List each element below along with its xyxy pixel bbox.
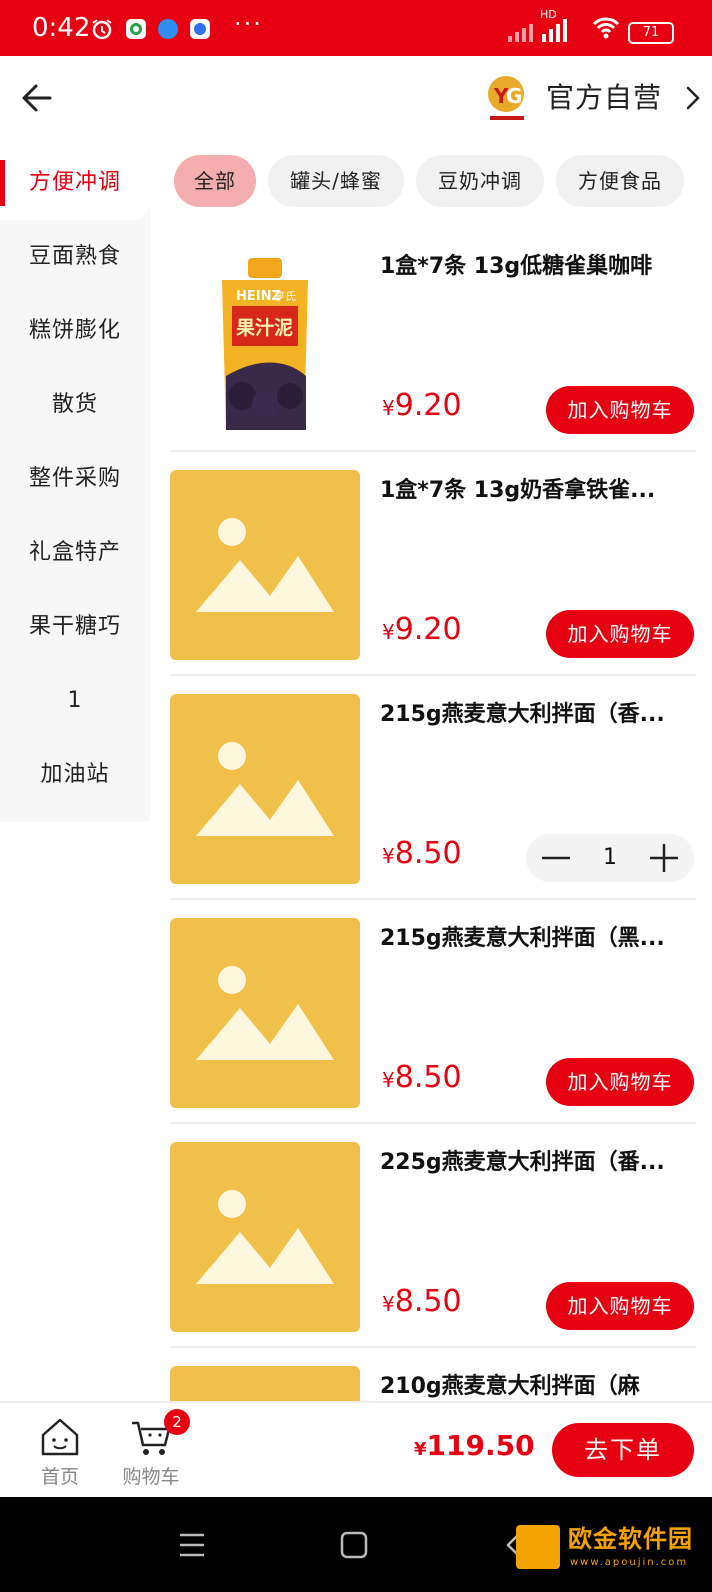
sidebar-item-label: 豆面熟食 (28, 244, 121, 269)
checkout-button[interactable]: 去下单 (552, 1423, 694, 1477)
nav-cart[interactable]: 2 购物车 (114, 1409, 190, 1489)
alarm-icon (90, 17, 114, 45)
add-to-cart-button[interactable]: 加入购物车 (546, 1282, 694, 1330)
plus-icon[interactable] (646, 840, 682, 876)
menu-icon[interactable] (172, 1527, 212, 1563)
product-price: ¥8.50 (382, 1284, 462, 1319)
system-navigation-bar: 欧金软件园 www.apoujin.com (0, 1497, 712, 1592)
sidebar-item-label: 1 (67, 688, 83, 713)
sidebar-item-fangbianchongtiao[interactable]: 方便冲调 (0, 146, 150, 220)
nav-home-label: 首页 (40, 1466, 79, 1488)
network-type: HD (540, 8, 557, 21)
sidebar-item-label: 方便冲调 (28, 170, 121, 195)
chip-canned-honey[interactable]: 罐头/蜂蜜 (268, 155, 404, 207)
bottom-bar: 首页 2 购物车 ¥119.50 去下单 (0, 1401, 712, 1497)
product-price: ¥9.20 (382, 612, 462, 647)
add-to-cart-button[interactable]: 加入购物车 (546, 610, 694, 658)
product-item[interactable]: 215g燕麦意大利拌面（黑... ¥8.50 加入购物车 (170, 898, 696, 1124)
add-to-cart-button[interactable]: 加入购物车 (546, 1058, 694, 1106)
svg-text:果汁泥: 果汁泥 (235, 316, 293, 339)
product-price: ¥8.50 (382, 1060, 462, 1095)
nav-home[interactable]: 首页 (34, 1415, 86, 1489)
battery-icon: 71 (628, 22, 674, 44)
image-placeholder-icon[interactable] (170, 470, 360, 660)
home-icon (41, 1418, 79, 1456)
image-placeholder-icon[interactable] (170, 1142, 360, 1332)
active-indicator (0, 160, 5, 206)
product-name[interactable]: 215g燕麦意大利拌面（香... (380, 698, 690, 732)
cart-badge: 2 (164, 1409, 190, 1435)
back-arrow-icon (22, 84, 52, 112)
svg-text:G: G (506, 84, 522, 108)
sidebar-item-label: 礼盒特产 (28, 540, 121, 565)
product-item[interactable]: 1盒*7条 13g奶香拿铁雀... ¥9.20 加入购物车 (170, 450, 696, 676)
chip-soymilk-drinks[interactable]: 豆奶冲调 (416, 155, 544, 207)
app-notification-icon (126, 19, 146, 39)
shop-logo[interactable]: YG (486, 74, 528, 124)
sidebar-item-zhengjiancaigou[interactable]: 整件采购 (0, 442, 150, 516)
wifi-icon (592, 16, 620, 44)
sidebar-item-doumianshushi[interactable]: 豆面熟食 (0, 220, 150, 294)
svg-text:亨氏: 亨氏 (274, 289, 296, 303)
quantity-stepper: 1 (526, 834, 694, 882)
sidebar-item-jiayouzhan[interactable]: 加油站 (0, 738, 150, 812)
chip-all[interactable]: 全部 (174, 155, 256, 207)
sidebar-item-label: 散货 (51, 392, 98, 417)
sidebar-item-sanhuo[interactable]: 散货 (0, 368, 150, 442)
product-image[interactable]: HEINZ 亨氏 果汁泥 (170, 246, 360, 436)
product-price: ¥9.20 (382, 388, 462, 423)
watermark-logo-icon (516, 1525, 560, 1569)
home-square-icon[interactable] (334, 1527, 374, 1563)
sidebar-item-guogantangqiao[interactable]: 果干糖巧 (0, 590, 150, 664)
product-item[interactable]: HEINZ 亨氏 果汁泥 1盒*7条 13g低糖雀巢咖啡 ¥9.20 加入购物车 (170, 226, 696, 452)
app-screen: 0:42 ··· HD 71 YG 官方自营 方便冲调 豆面熟食 糕饼膨化 散货… (0, 0, 712, 1592)
cart-total: ¥119.50 (414, 1429, 535, 1462)
minus-icon[interactable] (538, 840, 574, 876)
quantity-value: 1 (603, 845, 617, 870)
top-navigation: YG 官方自营 (0, 56, 712, 146)
sidebar-item-label: 加油站 (40, 762, 110, 787)
sidebar-item-1[interactable]: 1 (0, 664, 150, 738)
watermark-text: 欧金软件园 (568, 1525, 693, 1553)
product-name[interactable]: 225g燕麦意大利拌面（番... (380, 1146, 690, 1180)
image-placeholder-icon[interactable] (170, 918, 360, 1108)
chevron-right-icon[interactable] (684, 84, 702, 112)
app-notification-icon (158, 19, 178, 39)
shop-name[interactable]: 官方自营 (546, 78, 662, 118)
product-item[interactable]: 225g燕麦意大利拌面（番... ¥8.50 加入购物车 (170, 1122, 696, 1348)
product-name[interactable]: 215g燕麦意大利拌面（黑... (380, 922, 690, 956)
chip-instant-food[interactable]: 方便食品 (556, 155, 684, 207)
category-sidebar: 方便冲调 豆面熟食 糕饼膨化 散货 整件采购 礼盒特产 果干糖巧 1 加油站 (0, 146, 150, 822)
watermark: 欧金软件园 www.apoujin.com (516, 1521, 706, 1577)
image-placeholder-icon[interactable] (170, 694, 360, 884)
sidebar-item-label: 糕饼膨化 (28, 318, 121, 343)
baidu-notification-icon (190, 19, 210, 39)
sidebar-item-lihetechan[interactable]: 礼盒特产 (0, 516, 150, 590)
product-name[interactable]: 1盒*7条 13g奶香拿铁雀... (380, 474, 690, 508)
sidebar-item-gaobingpenghua[interactable]: 糕饼膨化 (0, 294, 150, 368)
add-to-cart-button[interactable]: 加入购物车 (546, 386, 694, 434)
status-bar: 0:42 ··· HD 71 (0, 0, 712, 56)
status-time: 0:42 (32, 13, 91, 43)
more-notifications-icon: ··· (234, 10, 263, 38)
product-price: ¥8.50 (382, 836, 462, 871)
sidebar-item-label: 整件采购 (28, 466, 121, 491)
sidebar-item-label: 果干糖巧 (28, 614, 121, 639)
product-name[interactable]: 210g燕麦意大利拌面（麻 (380, 1370, 690, 1404)
product-item[interactable]: 215g燕麦意大利拌面（香... ¥8.50 1 (170, 674, 696, 900)
nav-cart-label: 购物车 (122, 1466, 180, 1488)
product-name[interactable]: 1盒*7条 13g低糖雀巢咖啡 (380, 250, 690, 284)
signal-icon (508, 20, 538, 46)
back-button[interactable] (18, 76, 58, 120)
watermark-url: www.apoujin.com (570, 1557, 689, 1568)
